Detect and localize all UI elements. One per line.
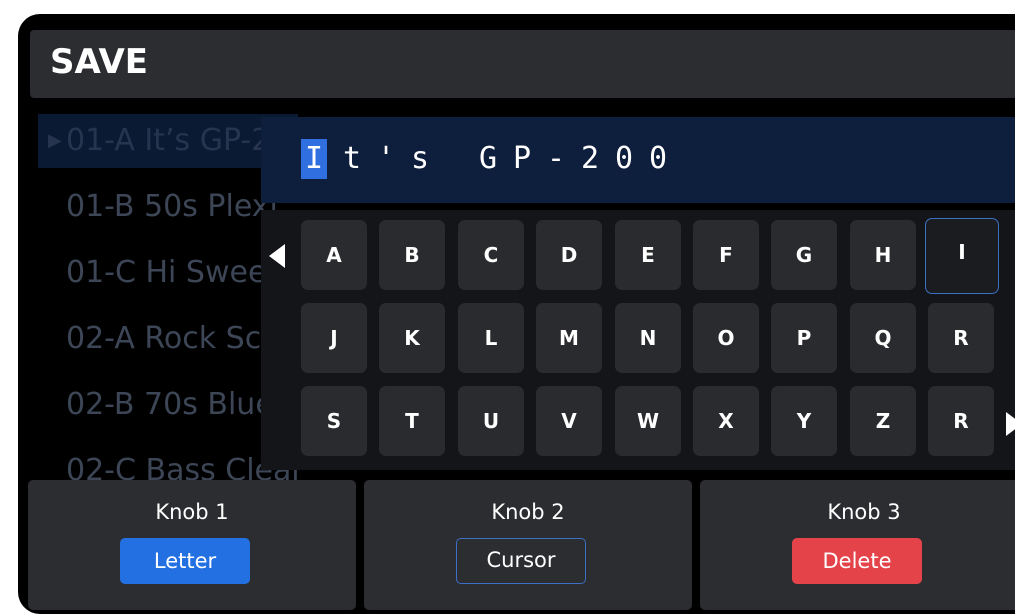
name-char: '	[376, 141, 396, 176]
delete-button[interactable]: Delete	[792, 538, 922, 584]
arrow-left-icon[interactable]	[269, 244, 285, 268]
key-k[interactable]: K	[379, 303, 445, 373]
name-char: P	[512, 141, 532, 176]
name-char: G	[478, 141, 498, 176]
key-t[interactable]: T	[379, 386, 445, 456]
arrow-right-icon[interactable]	[1006, 412, 1015, 436]
key-n[interactable]: N	[615, 303, 681, 373]
name-char: s	[410, 141, 430, 176]
knob-1-label: Knob 1	[155, 500, 229, 524]
name-char: 2	[580, 141, 600, 176]
name-char: 0	[614, 141, 634, 176]
key-r-2[interactable]: R	[928, 386, 994, 456]
knob-2-label: Knob 2	[491, 500, 565, 524]
name-characters: I t ' s G P - 2 0 0	[301, 139, 675, 179]
key-d[interactable]: D	[536, 220, 602, 290]
preset-item[interactable]: 01-C Hi Sweet	[38, 246, 298, 300]
key-h[interactable]: H	[850, 220, 916, 290]
key-i-selected[interactable]: I	[925, 218, 999, 294]
preset-name-field[interactable]: I t ' s G P - 2 0 0	[261, 117, 1015, 203]
name-char: t	[342, 141, 362, 176]
key-x[interactable]: X	[693, 386, 759, 456]
knob-1-panel: Knob 1 Letter	[28, 480, 356, 610]
key-o[interactable]: O	[693, 303, 759, 373]
key-q[interactable]: Q	[850, 303, 916, 373]
letter-keyboard: A B C D E F G H I J K L M N O P Q R S T …	[261, 210, 1015, 470]
preset-label: 02-B 70s Blues	[66, 387, 290, 422]
key-p[interactable]: P	[771, 303, 837, 373]
key-w[interactable]: W	[615, 386, 681, 456]
key-c[interactable]: C	[458, 220, 524, 290]
knob-3-panel: Knob 3 Delete	[700, 480, 1015, 610]
key-a[interactable]: A	[301, 220, 367, 290]
key-u[interactable]: U	[458, 386, 524, 456]
key-r[interactable]: R	[928, 303, 994, 373]
name-char: 0	[648, 141, 668, 176]
play-triangle-icon: ▶	[48, 130, 62, 151]
name-char-cursor: I	[301, 139, 327, 179]
key-y[interactable]: Y	[771, 386, 837, 456]
key-s[interactable]: S	[301, 386, 367, 456]
knob-2-panel: Knob 2 Cursor	[364, 480, 692, 610]
key-v[interactable]: V	[536, 386, 602, 456]
key-b[interactable]: B	[379, 220, 445, 290]
preset-item[interactable]: 01-B 50s Plexi	[38, 180, 298, 234]
key-z[interactable]: Z	[850, 386, 916, 456]
key-e[interactable]: E	[615, 220, 681, 290]
name-char: -	[546, 141, 566, 176]
cursor-button[interactable]: Cursor	[456, 538, 586, 584]
key-f[interactable]: F	[693, 220, 759, 290]
preset-item-selected[interactable]: ▶ 01-A It’s GP-200	[38, 114, 298, 168]
device-screen: SAVE ▶ 01-A It’s GP-200 01-B 50s Plexi 0…	[18, 14, 1015, 614]
key-g[interactable]: G	[771, 220, 837, 290]
preset-label: 01-C Hi Sweet	[66, 255, 279, 290]
page-title: SAVE	[50, 42, 149, 82]
preset-item[interactable]: 02-A Rock School	[38, 312, 298, 366]
name-char	[437, 139, 471, 179]
preset-label: 01-B 50s Plexi	[66, 189, 278, 224]
key-m[interactable]: M	[536, 303, 602, 373]
preset-item[interactable]: 02-B 70s Blues	[38, 378, 298, 432]
letter-button[interactable]: Letter	[120, 538, 250, 584]
header-bar: SAVE	[30, 30, 1015, 98]
knob-3-label: Knob 3	[827, 500, 901, 524]
key-l[interactable]: L	[458, 303, 524, 373]
key-j[interactable]: J	[301, 303, 367, 373]
